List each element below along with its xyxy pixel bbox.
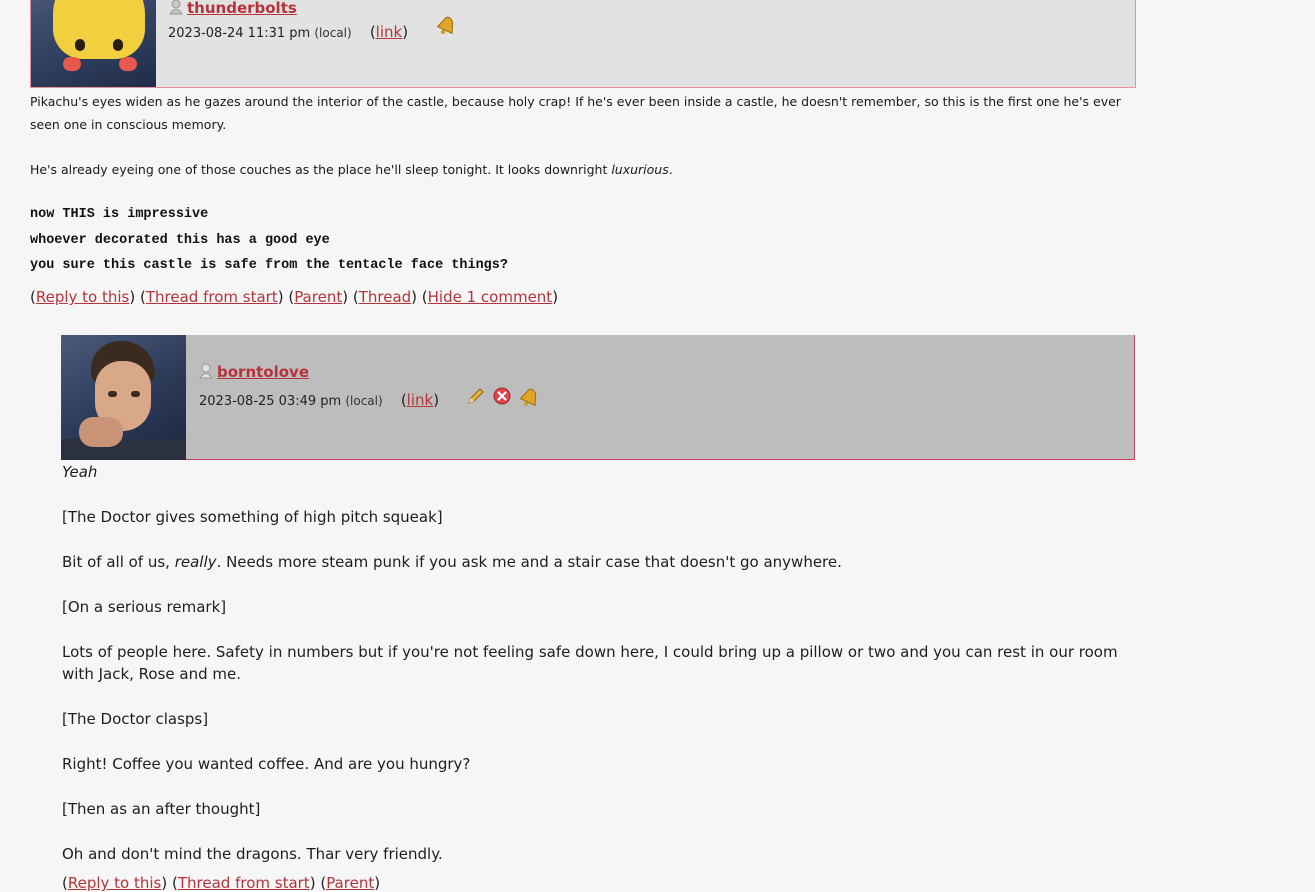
comment-paragraph: He's already eyeing one of those couches… — [30, 162, 673, 177]
comment-timestamp: 2023-08-25 03:49 pm (local) (link) — [199, 391, 440, 409]
comment-paragraph: Bit of all of us, really. Needs more ste… — [62, 553, 842, 571]
comment-paragraph: [On a serious remark] — [62, 598, 227, 616]
comment-body: Yeah [The Doctor gives something of high… — [62, 461, 1134, 888]
comment-mono-line: now THIS is impressive — [30, 207, 209, 222]
user-icon[interactable] — [169, 0, 183, 15]
bell-icon[interactable] — [435, 14, 457, 36]
comment-header: thunderbolts 2023-08-24 11:31 pm (local)… — [30, 0, 1136, 88]
comment-mono-line: you sure this castle is safe from the te… — [30, 258, 508, 273]
comment-paragraph: Lots of people here. Safety in numbers b… — [62, 643, 1118, 683]
comment-author: thunderbolts — [169, 0, 297, 17]
date-text: 2023-08-25 03:49 pm — [199, 394, 342, 409]
parent-link[interactable]: Parent — [294, 288, 342, 306]
reply-link[interactable]: Reply to this — [68, 874, 162, 892]
user-avatar[interactable] — [61, 335, 186, 460]
comment-author: borntolove — [199, 363, 309, 381]
timezone-label: (local) — [345, 394, 383, 408]
thread-from-start-link[interactable]: Thread from start — [146, 288, 278, 306]
thread-from-start-link[interactable]: Thread from start — [178, 874, 310, 892]
comment-paragraph: [The Doctor clasps] — [62, 710, 209, 728]
username-link[interactable]: thunderbolts — [187, 0, 297, 17]
comment-body: Pikachu's eyes widen as he gazes around … — [30, 90, 1134, 279]
permalink[interactable]: link — [407, 391, 434, 409]
comment-paragraph: [Then as an after thought] — [62, 800, 261, 818]
avatar-image — [53, 0, 145, 59]
comment-timestamp: 2023-08-24 11:31 pm (local) (link) — [168, 23, 409, 41]
thread-link[interactable]: Thread — [359, 288, 411, 306]
comment-mono-line: whoever decorated this has a good eye — [30, 232, 330, 248]
comment-paragraph: Right! Coffee you wanted coffee. And are… — [62, 755, 471, 773]
comment-paragraph: [The Doctor gives something of high pitc… — [62, 508, 443, 526]
username-link[interactable]: borntolove — [217, 363, 309, 381]
permalink[interactable]: link — [376, 23, 403, 41]
timezone-label: (local) — [314, 26, 352, 40]
date-text: 2023-08-24 11:31 pm — [168, 26, 311, 41]
parent-link[interactable]: Parent — [326, 874, 374, 892]
comment-paragraph: Yeah — [62, 463, 98, 481]
hide-comments-link[interactable]: Hide 1 comment — [428, 288, 553, 306]
delete-icon[interactable] — [492, 386, 512, 406]
comment-actions: (Reply to this) (Thread from start) (Par… — [30, 288, 559, 306]
comment-actions: (Reply to this) (Thread from start) (Par… — [62, 874, 381, 892]
comment-header: borntolove 2023-08-25 03:49 pm (local) (… — [61, 335, 1135, 460]
bell-icon[interactable] — [518, 386, 540, 408]
user-avatar[interactable] — [31, 0, 156, 87]
reply-link[interactable]: Reply to this — [36, 288, 130, 306]
user-icon[interactable] — [199, 363, 213, 379]
edit-pencil-icon[interactable] — [466, 386, 486, 406]
comment-paragraph: Pikachu's eyes widen as he gazes around … — [30, 94, 1121, 132]
comment-paragraph: Oh and don't mind the dragons. Thar very… — [62, 845, 443, 863]
